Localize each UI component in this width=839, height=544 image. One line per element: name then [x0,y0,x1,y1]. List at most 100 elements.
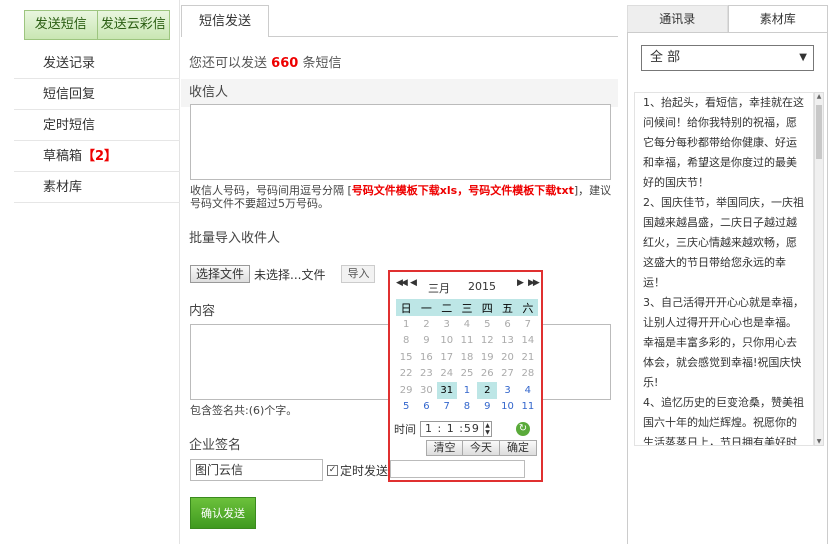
calendar-day[interactable]: 6 [416,399,436,416]
calendar-day[interactable]: 1 [457,382,477,399]
calendar-day[interactable]: 11 [518,399,538,416]
calendar-day[interactable]: 17 [437,349,457,366]
calendar-day[interactable]: 8 [396,333,416,350]
file-picker: 选择文件 未选择...文件 导入 [190,264,376,284]
calendar-day[interactable]: 2 [416,316,436,333]
calendar-day[interactable]: 15 [396,349,416,366]
calendar-day[interactable]: 11 [457,333,477,350]
calendar-day[interactable]: 4 [457,316,477,333]
calendar-day[interactable]: 6 [497,316,517,333]
calendar-day[interactable]: 2 [477,382,498,399]
calendar-day[interactable]: 24 [437,366,457,383]
template-txt-link[interactable]: 号码文件模板下载txt [468,184,574,197]
sidebar-item-label: 草稿箱 [43,149,83,164]
calendar-day[interactable]: 26 [477,366,497,383]
material-item[interactable]: 4、追忆历史的巨变沧桑，赞美祖国六十年的灿烂辉煌。祝愿你的生活蒸蒸日上，节日拥有… [643,393,807,445]
tab-sms-send[interactable]: 短信发送 [181,5,269,37]
timed-send-input[interactable] [390,460,525,478]
prev-year-icon[interactable]: ◀◀ [396,278,408,288]
sidebar-item-label: 定时短信 [43,118,96,133]
today-button[interactable]: 今天 [463,440,500,456]
calendar-day[interactable]: 7 [437,399,457,416]
confirm-button[interactable]: 确定 [500,440,537,456]
time-input[interactable]: 1 : 1 :59 [420,421,484,437]
refresh-icon[interactable]: ↻ [516,422,530,436]
right-panel: 通讯录 素材库 全 部 ▼ 1、抬起头，看短信，幸挂就在这问候间！给你我特别的祝… [627,0,828,544]
calendar-day[interactable]: 10 [497,399,517,416]
clear-button[interactable]: 清空 [426,440,463,456]
calendar-day[interactable]: 5 [396,399,416,416]
time-hour[interactable]: 1 [425,422,433,435]
material-item[interactable]: 1、抬起头，看短信，幸挂就在这问候间！给你我特别的祝福，愿它每分每秒都带给你健康… [643,93,807,193]
template-xls-link[interactable]: 号码文件模板下载xls [352,184,457,197]
scrollbar-thumb[interactable] [816,105,822,159]
tab-send-mms[interactable]: 发送云彩信 [97,10,170,40]
calendar-day[interactable]: 20 [497,349,517,366]
time-second[interactable]: 59 [464,422,480,435]
calendar-day[interactable]: 4 [518,382,538,399]
recipients-textarea[interactable] [190,104,611,180]
time-minute[interactable]: 1 [447,422,455,435]
calendar-day[interactable]: 21 [518,349,538,366]
sidebar-item-materials[interactable]: 素材库 [14,172,180,203]
timed-send-checkbox[interactable]: ✓ [327,465,338,476]
tab-materials[interactable]: 素材库 [727,5,828,32]
calendar-day[interactable]: 8 [457,399,477,416]
recipients-note: 收信人号码，号码间用逗号分隔 [号码文件模板下载xls，号码文件模板下载txt]… [190,184,614,210]
scroll-down-icon[interactable]: ▼ [815,438,823,445]
picker-month[interactable]: 三月 [428,280,450,296]
calendar-day[interactable]: 18 [457,349,477,366]
calendar-day[interactable]: 9 [416,333,436,350]
tab-send-sms[interactable]: 发送短信 [24,10,98,40]
import-button[interactable]: 导入 [341,265,376,283]
calendar-day[interactable]: 22 [396,366,416,383]
calendar-day[interactable]: 5 [477,316,497,333]
date-picker: ◀◀ ◀ 三月 2015 ▶ ▶▶ 日一二三四五六 1 2 3 4 5 6 7 8 9 10 11 1… [388,270,543,482]
calendar-day[interactable]: 31 [436,382,457,399]
category-select[interactable]: 全 部 ▼ [641,45,814,71]
calendar-day[interactable]: 28 [518,366,538,383]
sidebar-item-label: 短信回复 [43,87,96,102]
batch-import-heading: 批量导入收件人 [181,225,618,253]
calendar-day[interactable]: 29 [396,382,416,399]
sidebar-item-sms-replies[interactable]: 短信回复 [14,79,180,110]
sidebar-item-drafts[interactable]: 草稿箱【2】 [14,141,180,172]
weekday-header: 五 [497,299,518,316]
drafts-count-badge: 【2】 [82,149,118,164]
next-year-icon[interactable]: ▶▶ [528,278,540,288]
tab-contacts[interactable]: 通讯录 [627,5,728,32]
calendar-day[interactable]: 3 [437,316,457,333]
calendar-day[interactable]: 10 [437,333,457,350]
prev-month-icon[interactable]: ◀ [410,278,417,288]
calendar-day[interactable]: 13 [497,333,517,350]
material-item[interactable]: 3、自己活得开开心心就是幸福，让别人过得开开心心也是幸福。幸福是丰富多彩的，只你… [643,293,807,393]
confirm-send-button[interactable]: 确认发送 [190,497,256,529]
main-tabbar: 短信发送 [181,5,618,37]
timed-send-toggle[interactable]: ✓ 定时发送: [327,462,392,479]
calendar-day[interactable]: 3 [497,382,517,399]
calendar-day[interactable]: 23 [416,366,436,383]
calendar-day[interactable]: 19 [477,349,497,366]
picker-year[interactable]: 2015 [468,280,496,293]
sidebar-item-scheduled-sms[interactable]: 定时短信 [14,110,180,141]
calendar-day[interactable]: 7 [518,316,538,333]
calendar-day[interactable]: 1 [396,316,416,333]
calendar-day[interactable]: 16 [416,349,436,366]
next-month-icon[interactable]: ▶ [517,278,524,288]
choose-file-button[interactable]: 选择文件 [190,265,251,283]
calendar-day[interactable]: 25 [457,366,477,383]
left-sidebar: 发送短信 发送云彩信 发送记录 短信回复 定时短信 草稿箱【2】 素材库 [14,0,180,544]
note-text: 收信人号码，号码间用逗号分隔 [ [190,184,352,197]
calendar-day[interactable]: 14 [518,333,538,350]
sidebar-item-send-records[interactable]: 发送记录 [14,48,180,79]
calendar-day[interactable]: 30 [416,382,436,399]
materials-scrollbar[interactable]: ▲ ▼ [814,92,824,446]
calendar-day[interactable]: 9 [477,399,497,416]
signature-input[interactable]: 图门云信 [190,459,323,481]
scroll-up-icon[interactable]: ▲ [815,93,823,100]
time-spinner[interactable]: ▲ ▼ [484,421,492,437]
calendar-day[interactable]: 27 [497,366,517,383]
calendar-day[interactable]: 12 [477,333,497,350]
timed-send-label: 定时发送: [340,464,393,478]
material-item[interactable]: 2、国庆佳节，举国同庆，一庆祖国越来越昌盛，二庆日子越过越红火，三庆心情越来越欢… [643,193,807,293]
